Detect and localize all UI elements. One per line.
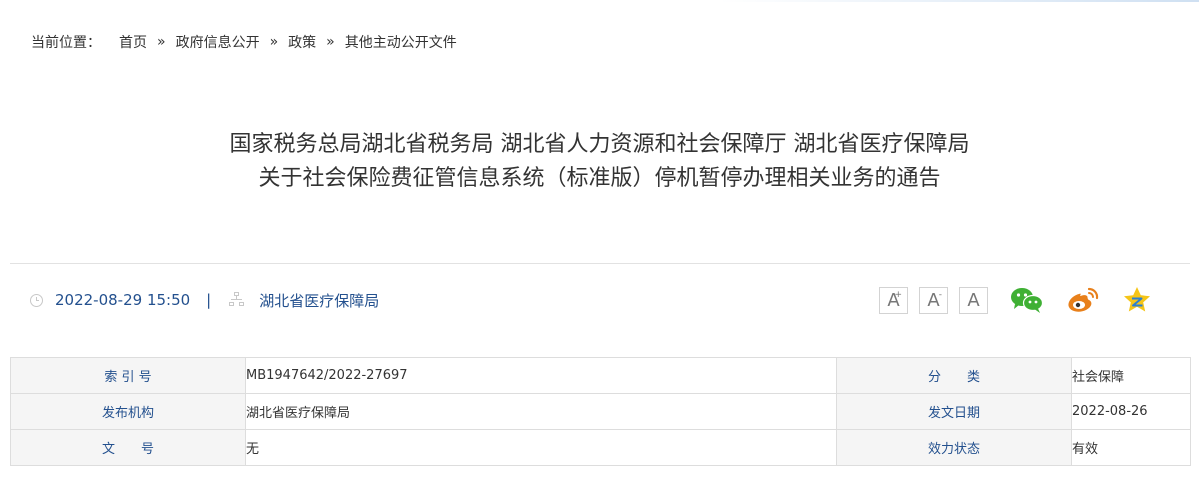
document-info-table: 索 引 号 MB1947642/2022-27697 分 类 社会保障 发布机构… [10,357,1191,466]
qzone-icon [1124,287,1150,312]
article-meta-info: 2022-08-29 15:50 | 湖北省医疗保障局 [30,264,379,336]
breadcrumb-home[interactable]: 首页 [119,32,147,52]
table-row: 索 引 号 MB1947642/2022-27697 分 类 社会保障 [10,357,1191,394]
issuing-agency-label: 发布机构 [10,393,246,430]
font-reset-button[interactable]: A [959,286,988,314]
breadcrumb-lead: 当前位置： [31,35,101,51]
breadcrumb-gov-info[interactable]: 政府信息公开 [176,32,260,52]
publish-datetime: 2022-08-29 15:50 [55,291,191,309]
document-number-value: 无 [245,429,837,466]
breadcrumb-policy[interactable]: 政策 [288,32,316,52]
issuing-agency-value: 湖北省医疗保障局 [245,393,837,430]
article-title-line2: 关于社会保险费征管信息系统（标准版）停机暂停办理相关业务的通告 [258,166,941,191]
index-number-value: MB1947642/2022-27697 [245,357,837,394]
article-meta-bar: 2022-08-29 15:50 | 湖北省医疗保障局 A + A - A [10,264,1190,336]
font-reset-label: A [967,289,980,311]
article-title: 国家税务总局湖北省税务局 湖北省人力资源和社会保障厅 湖北省医疗保障局 关于社会… [0,128,1199,196]
category-value: 社会保障 [1071,357,1191,394]
article-title-line1: 国家税务总局湖北省税务局 湖北省人力资源和社会保障厅 湖北省医疗保障局 [229,132,970,157]
organization-icon [229,292,245,308]
category-label: 分 类 [836,357,1072,394]
clock-icon [30,293,43,307]
issue-date-label: 发文日期 [836,393,1072,430]
validity-status-label: 效力状态 [836,429,1072,466]
weibo-icon [1068,287,1099,312]
wechat-icon [1011,288,1044,313]
breadcrumb-separator: » [269,34,279,50]
share-qzone-button[interactable] [1122,286,1152,314]
breadcrumb-separator: » [326,34,335,50]
index-number-label: 索 引 号 [10,357,246,394]
minus-mark: - [938,289,942,300]
breadcrumb-other-files[interactable]: 其他主动公开文件 [345,32,457,52]
article-tools: A + A - A [868,264,1152,336]
breadcrumb: 当前位置： 首页 » 政府信息公开 » 政策 » 其他主动公开文件 [31,32,457,52]
breadcrumb-separator: » [157,34,166,50]
font-decrease-button[interactable]: A - [919,286,948,314]
validity-status-value: 有效 [1071,429,1191,466]
table-row: 文 号 无 效力状态 有效 [10,429,1191,466]
font-increase-button[interactable]: A + [879,286,908,314]
table-row: 发布机构 湖北省医疗保障局 发文日期 2022-08-26 [10,393,1191,430]
meta-separator: | [206,291,212,309]
share-weibo-button[interactable] [1066,286,1100,314]
top-accent-line [0,0,1199,2]
publish-source: 湖北省医疗保障局 [259,291,380,310]
share-wechat-button[interactable] [1010,286,1044,314]
issue-date-value: 2022-08-26 [1071,393,1191,430]
plus-mark: + [894,289,902,300]
document-number-label: 文 号 [10,429,246,466]
